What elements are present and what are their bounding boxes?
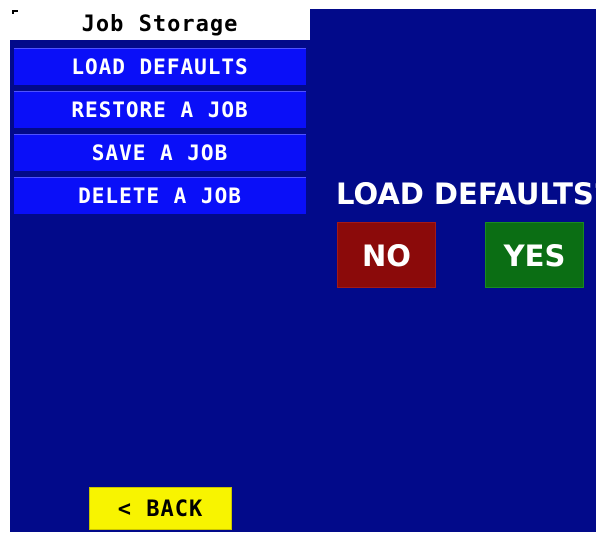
menu-item-label: DELETE A JOB: [78, 184, 242, 208]
menu-item-load-defaults[interactable]: LOAD DEFAULTS: [14, 48, 306, 85]
screen-title-tab: Job Storage: [10, 9, 310, 40]
menu-item-save-job[interactable]: SAVE A JOB: [14, 134, 306, 171]
job-storage-screen: Job Storage LOAD DEFAULTS RESTORE A JOB …: [10, 9, 599, 532]
yes-button[interactable]: YES: [485, 222, 584, 288]
yes-button-label: YES: [503, 239, 566, 273]
back-button[interactable]: < BACK: [89, 487, 232, 530]
screen-title: Job Storage: [81, 12, 239, 37]
menu-item-label: SAVE A JOB: [91, 141, 229, 165]
menu-item-label: LOAD DEFAULTS: [71, 55, 249, 79]
corner-mark-icon: [12, 10, 18, 14]
back-button-label: < BACK: [117, 497, 204, 522]
no-button[interactable]: NO: [337, 222, 436, 288]
menu-item-restore-job[interactable]: RESTORE A JOB: [14, 91, 306, 128]
menu-item-label: RESTORE A JOB: [71, 98, 249, 122]
menu-item-delete-job[interactable]: DELETE A JOB: [14, 177, 306, 214]
confirm-prompt: LOAD DEFAULTS?: [336, 177, 599, 211]
no-button-label: NO: [362, 239, 411, 273]
